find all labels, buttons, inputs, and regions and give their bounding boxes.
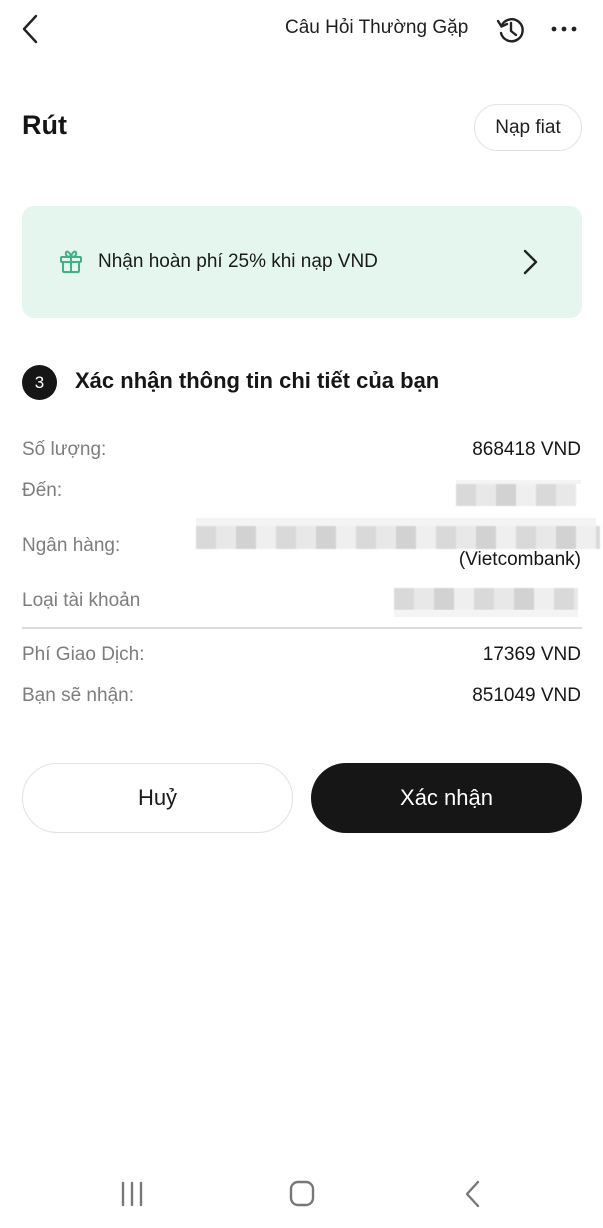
gift-icon: [60, 250, 82, 273]
redacted-account-type: [394, 588, 578, 610]
history-icon: [496, 18, 524, 43]
system-back-button[interactable]: [458, 1178, 488, 1210]
top-bar: Câu Hỏi Thường Gặp: [0, 0, 603, 60]
deposit-fiat-button[interactable]: Nạp fiat: [474, 104, 582, 151]
confirm-button[interactable]: Xác nhận: [311, 763, 582, 833]
fee-value: 17369 VND: [482, 644, 581, 665]
receive-value: 851049 VND: [472, 685, 581, 706]
home-button[interactable]: [285, 1178, 319, 1210]
faq-link[interactable]: Câu Hỏi Thường Gặp: [285, 17, 468, 39]
step-title: Xác nhận thông tin chi tiết của bạn: [75, 368, 440, 393]
bank-suffix: (Vietcombank): [458, 549, 581, 570]
home-icon: [289, 1180, 315, 1207]
system-nav-bar: [0, 1160, 603, 1228]
bank-label: Ngân hàng:: [22, 535, 121, 556]
page-title: Rút: [22, 110, 67, 140]
back-icon: [465, 1180, 480, 1208]
recents-button[interactable]: [115, 1180, 151, 1208]
redacted-bank-edge: [196, 518, 596, 526]
back-button[interactable]: [18, 12, 46, 46]
more-options-button[interactable]: [548, 16, 580, 42]
account-type-label: Loại tài khoản: [22, 590, 141, 611]
divider: [22, 627, 582, 629]
amount-label: Số lượng:: [22, 439, 107, 460]
promo-text: Nhận hoàn phí 25% khi nạp VND: [98, 251, 378, 272]
amount-value: 868418 VND: [472, 439, 581, 460]
redacted-recipient: [456, 484, 576, 506]
step-number-badge: 3: [22, 365, 57, 400]
receive-label: Bạn sẽ nhận:: [22, 685, 134, 706]
recents-icon: [121, 1181, 143, 1207]
back-chevron-icon: [22, 14, 38, 44]
more-dots-icon: [551, 26, 577, 32]
redacted-account-type-edge: [394, 610, 578, 617]
fee-label: Phí Giao Dịch:: [22, 644, 145, 665]
to-label: Đến:: [22, 480, 63, 501]
history-button[interactable]: [495, 14, 527, 46]
cancel-button[interactable]: Huỷ: [22, 763, 293, 833]
promo-banner[interactable]: Nhận hoàn phí 25% khi nạp VND: [22, 206, 582, 318]
chevron-right-icon: [523, 249, 538, 275]
redacted-bank-name: [196, 526, 600, 549]
